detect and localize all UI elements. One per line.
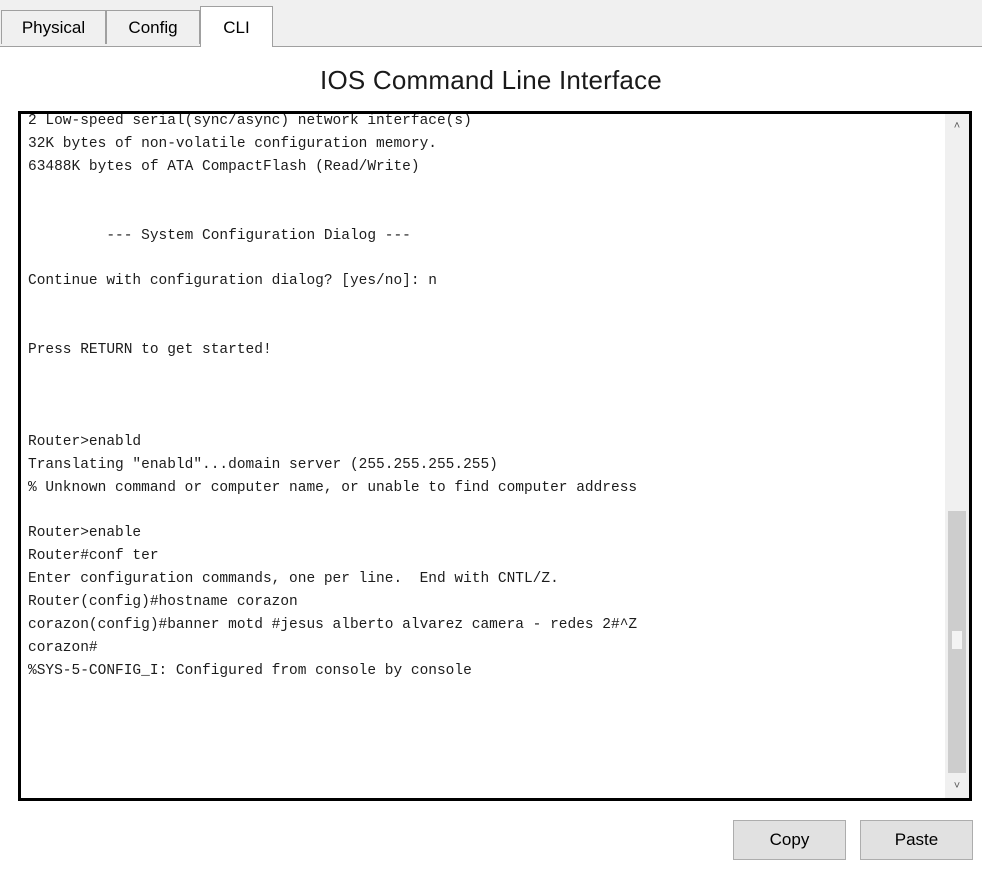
chevron-down-icon[interactable]: ˅ (945, 774, 969, 798)
terminal-line: Translating "enabld"...domain server (25… (28, 456, 498, 473)
terminal-line: Press RETURN to get started! (28, 342, 272, 359)
terminal-line: 32K bytes of non-volatile configuration … (28, 135, 437, 152)
terminal-line: corazon(config)#banner motd #jesus alber… (28, 616, 638, 633)
tab-bar: Physical Config CLI (0, 0, 982, 47)
terminal-line: 63488K bytes of ATA CompactFlash (Read/W… (28, 158, 420, 175)
terminal-line: --- System Configuration Dialog --- (28, 227, 411, 244)
cli-window: Physical Config CLI IOS Command Line Int… (0, 0, 982, 892)
vertical-scrollbar[interactable]: ˄ ˅ (945, 114, 969, 798)
copy-button[interactable]: Copy (733, 820, 846, 860)
tab-cli[interactable]: CLI (200, 6, 273, 47)
terminal-console[interactable]: 2 Low-speed serial(sync/async) network i… (18, 111, 972, 801)
terminal-line: corazon# (28, 639, 98, 656)
terminal-line: Router(config)#hostname corazon (28, 594, 298, 611)
chevron-up-icon[interactable]: ˄ (945, 114, 969, 138)
scrollbar-thumb[interactable] (948, 511, 966, 773)
page-title: IOS Command Line Interface (320, 65, 662, 95)
paste-button[interactable]: Paste (860, 820, 973, 860)
terminal-line: % Unknown command or computer name, or u… (28, 479, 638, 496)
terminal-line: Router#conf ter (28, 548, 159, 565)
scrollbar-grip (952, 631, 962, 649)
terminal-line: %SYS-5-CONFIG_I: Configured from console… (28, 662, 472, 679)
terminal-output[interactable]: 2 Low-speed serial(sync/async) network i… (28, 113, 638, 683)
tab-config[interactable]: Config (106, 10, 200, 44)
terminal-line: 2 Low-speed serial(sync/async) network i… (28, 113, 472, 129)
terminal-line: Continue with configuration dialog? [yes… (28, 273, 437, 290)
terminal-line: Router>enable (28, 525, 142, 542)
terminal-line: Enter configuration commands, one per li… (28, 571, 559, 588)
terminal-line: Router>enabld (28, 433, 142, 450)
tab-physical[interactable]: Physical (1, 10, 106, 44)
